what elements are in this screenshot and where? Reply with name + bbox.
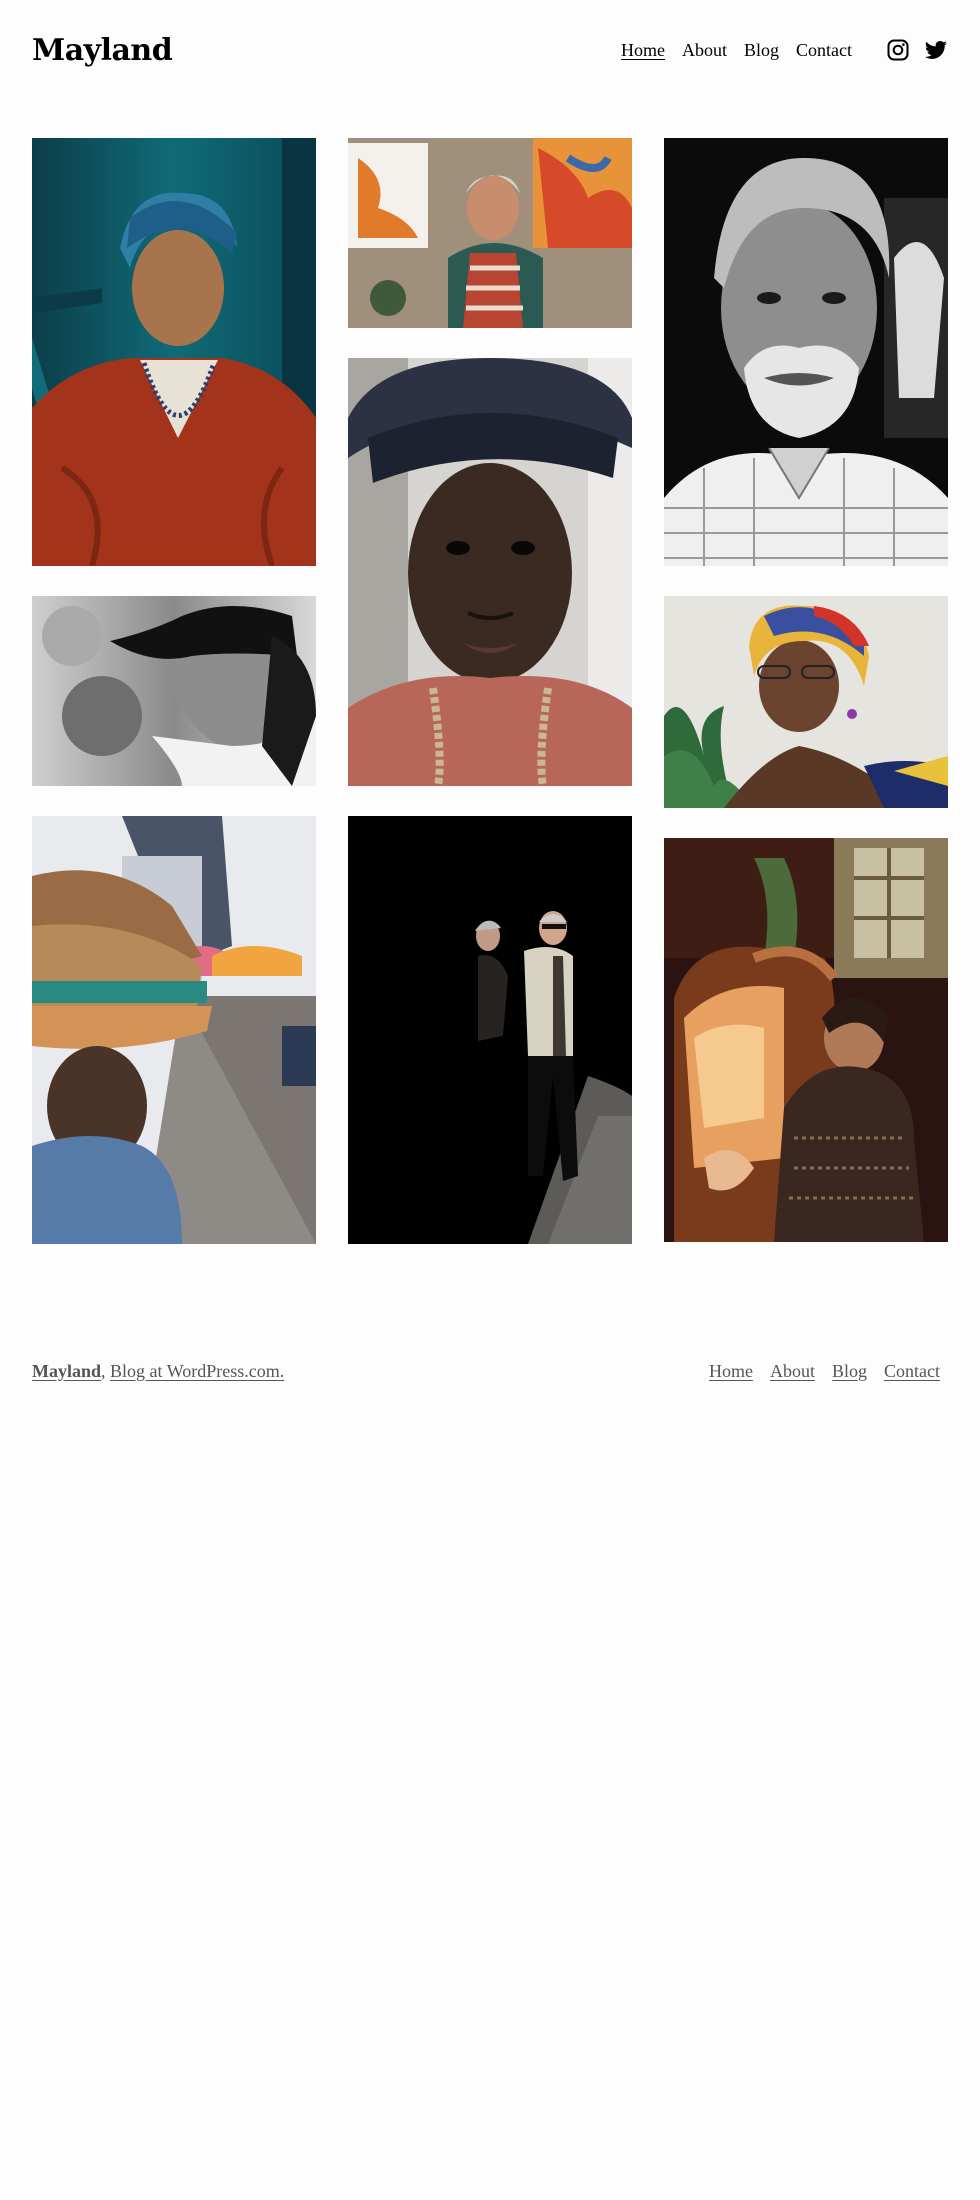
woman-colorful-headwrap-image xyxy=(664,596,948,808)
photo-woman-in-armchair[interactable] xyxy=(664,838,948,1242)
photo-woman-colorful-headwrap[interactable] xyxy=(664,596,948,808)
nav-about[interactable]: About xyxy=(682,40,727,61)
footer-nav-about[interactable]: About xyxy=(770,1361,815,1382)
header-right: Home About Blog Contact xyxy=(621,38,948,62)
site-footer: Mayland, Blog at WordPress.com. Home Abo… xyxy=(32,1356,948,1386)
nav-contact[interactable]: Contact xyxy=(796,40,852,61)
photo-market-vendor[interactable] xyxy=(32,816,316,1244)
photo-woman-blue-headscarf[interactable] xyxy=(32,138,316,566)
instagram-link[interactable] xyxy=(886,38,910,62)
market-vendor-image xyxy=(32,816,316,1244)
elderly-couple-image xyxy=(348,816,632,1244)
photo-grey-bearded-man[interactable] xyxy=(664,138,948,566)
twitter-icon xyxy=(925,41,947,59)
grey-bearded-man-image xyxy=(664,138,948,566)
social-links xyxy=(886,38,948,62)
footer-separator: , xyxy=(101,1360,106,1381)
twitter-link[interactable] xyxy=(924,38,948,62)
nav-blog[interactable]: Blog xyxy=(744,40,779,61)
site-header: Mayland Home About Blog Contact xyxy=(32,24,948,76)
footer-credit: Mayland, Blog at WordPress.com. xyxy=(32,1361,284,1382)
photo-gallery xyxy=(32,138,948,1248)
instagram-icon xyxy=(887,39,909,61)
young-man-in-cap-image xyxy=(348,358,632,786)
photo-young-man-in-cap[interactable] xyxy=(348,358,632,786)
site-title-link[interactable]: Mayland xyxy=(32,33,173,68)
wordpress-credit-link[interactable]: Blog at WordPress.com. xyxy=(110,1361,284,1381)
man-in-cap-bw-image xyxy=(32,596,316,786)
woman-in-armchair-image xyxy=(664,838,948,1242)
painter-image xyxy=(348,138,632,328)
photo-elderly-couple[interactable] xyxy=(348,816,632,1244)
footer-nav-home[interactable]: Home xyxy=(709,1361,753,1382)
nav-home[interactable]: Home xyxy=(621,40,665,61)
footer-nav: Home About Blog Contact xyxy=(709,1361,940,1382)
primary-nav: Home About Blog Contact xyxy=(621,40,852,61)
photo-man-in-cap-bw[interactable] xyxy=(32,596,316,786)
footer-nav-blog[interactable]: Blog xyxy=(832,1361,867,1382)
woman-blue-headscarf-image xyxy=(32,138,316,566)
footer-site-link[interactable]: Mayland xyxy=(32,1361,101,1381)
footer-nav-contact[interactable]: Contact xyxy=(884,1361,940,1382)
photo-painter[interactable] xyxy=(348,138,632,328)
